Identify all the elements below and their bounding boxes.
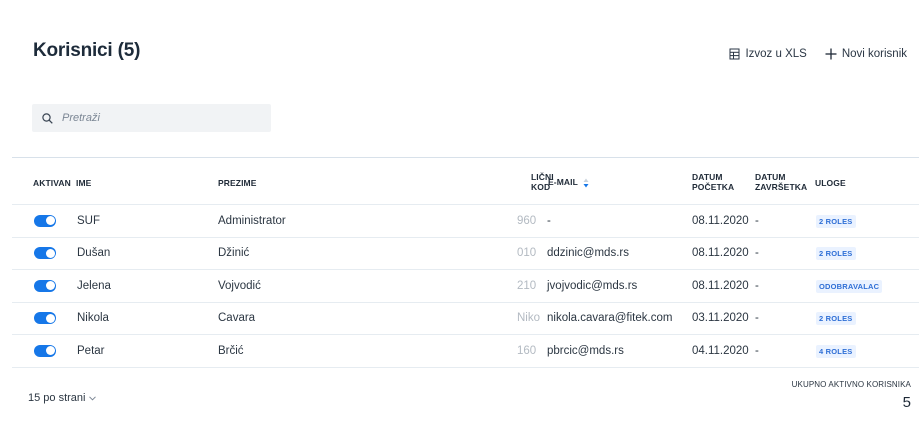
last-name-cell: Džinić: [218, 247, 250, 260]
users-table: AKTIVAN IME PREZIME LIČNI KOD E-MAIL DAT…: [12, 157, 919, 368]
start-date-cell: 03.11.2020: [692, 312, 749, 325]
start-date-cell: 04.11.2020: [692, 344, 749, 357]
per-page-select[interactable]: 15 po strani: [28, 392, 97, 404]
new-user-button[interactable]: Novi korisnik: [825, 48, 907, 60]
id-code-cell: 160: [517, 344, 537, 357]
roles-badge[interactable]: 2 ROLES: [816, 312, 856, 326]
table-header: AKTIVAN IME PREZIME LIČNI KOD E-MAIL DAT…: [12, 158, 919, 205]
id-code-cell: 010: [517, 247, 537, 260]
column-header-end-date[interactable]: DATUM ZAVRŠETKA: [755, 172, 807, 192]
roles-badge[interactable]: 2 ROLES: [816, 247, 856, 261]
search-icon: [42, 112, 53, 124]
end-date-cell: -: [755, 344, 759, 357]
column-header-end-date-line1: DATUM: [755, 172, 786, 182]
roles-badge[interactable]: 2 ROLES: [816, 214, 856, 228]
first-name-cell: Nikola: [77, 312, 109, 325]
column-header-end-date-line2: ZAVRŠETKA: [755, 182, 808, 192]
export-xls-button[interactable]: Izvoz u XLS: [729, 48, 807, 60]
active-toggle[interactable]: [34, 312, 56, 325]
per-page-label: 15 po strani: [28, 392, 86, 404]
total-active-count: 5: [902, 394, 911, 411]
id-code-cell: 210: [517, 279, 537, 292]
end-date-cell: -: [755, 247, 759, 260]
start-date-cell: 08.11.2020: [692, 214, 749, 227]
table-row[interactable]: SUF Administrator 960 - 08.11.2020 - 2 R…: [12, 205, 919, 238]
id-code-cell: 960: [517, 214, 537, 227]
table-row[interactable]: Dušan Džinić 010 ddzinic@mds.rs 08.11.20…: [12, 238, 919, 270]
first-name-cell: Dušan: [77, 247, 111, 260]
email-cell: -: [547, 214, 551, 227]
column-header-roles[interactable]: ULOGE: [815, 178, 846, 188]
column-header-start-date-line1: DATUM: [692, 172, 723, 182]
start-date-cell: 08.11.2020: [692, 247, 749, 260]
column-header-first-name[interactable]: IME: [76, 178, 91, 188]
email-cell: pbrcic@mds.rs: [547, 344, 624, 357]
id-code-cell: Niko: [517, 312, 541, 325]
toolbar: Izvoz u XLS Novi korisnik: [729, 48, 907, 60]
sort-icon[interactable]: [583, 178, 589, 188]
email-cell: nikola.cavara@fitek.com: [547, 312, 673, 325]
active-toggle[interactable]: [34, 214, 56, 227]
page-title: Korisnici (5): [33, 40, 141, 61]
search-box: [32, 104, 271, 132]
end-date-cell: -: [755, 312, 759, 325]
email-cell: ddzinic@mds.rs: [547, 247, 629, 260]
active-toggle[interactable]: [34, 344, 56, 357]
roles-badge[interactable]: ODOBRAVALAC: [816, 279, 883, 293]
email-cell: jvojvodic@mds.rs: [547, 279, 638, 292]
export-xls-label: Izvoz u XLS: [745, 48, 807, 60]
first-name-cell: Petar: [77, 344, 105, 357]
plus-icon: [825, 48, 837, 60]
chevron-down-icon: [89, 395, 97, 401]
table-row[interactable]: Jelena Vojvodić 210 jvojvodic@mds.rs 08.…: [12, 270, 919, 303]
start-date-cell: 08.11.2020: [692, 279, 749, 292]
end-date-cell: -: [755, 279, 759, 292]
total-active-label: UKUPNO AKTIVNO KORISNIKA: [791, 380, 911, 389]
last-name-cell: Brčić: [218, 344, 244, 357]
first-name-cell: Jelena: [77, 279, 111, 292]
column-header-start-date[interactable]: DATUM POČETKA: [692, 172, 734, 192]
last-name-cell: Vojvodić: [218, 279, 261, 292]
first-name-cell: SUF: [77, 214, 100, 227]
column-header-email[interactable]: E-MAIL: [548, 177, 589, 188]
column-header-start-date-line2: POČETKA: [692, 182, 735, 192]
active-toggle[interactable]: [34, 279, 56, 292]
end-date-cell: -: [755, 214, 759, 227]
column-header-active[interactable]: AKTIVAN: [33, 178, 71, 188]
last-name-cell: Administrator: [218, 214, 286, 227]
spreadsheet-icon: [729, 48, 740, 60]
table-row[interactable]: Nikola Cavara Niko nikola.cavara@fitek.c…: [12, 303, 919, 335]
table-row[interactable]: Petar Brčić 160 pbrcic@mds.rs 04.11.2020…: [12, 335, 919, 368]
active-toggle[interactable]: [34, 247, 56, 260]
column-header-last-name[interactable]: PREZIME: [218, 178, 256, 188]
search-input[interactable]: [62, 112, 252, 124]
last-name-cell: Cavara: [218, 312, 256, 325]
new-user-label: Novi korisnik: [841, 48, 907, 60]
roles-badge[interactable]: 4 ROLES: [816, 344, 856, 358]
column-header-email-label: E-MAIL: [548, 177, 578, 187]
